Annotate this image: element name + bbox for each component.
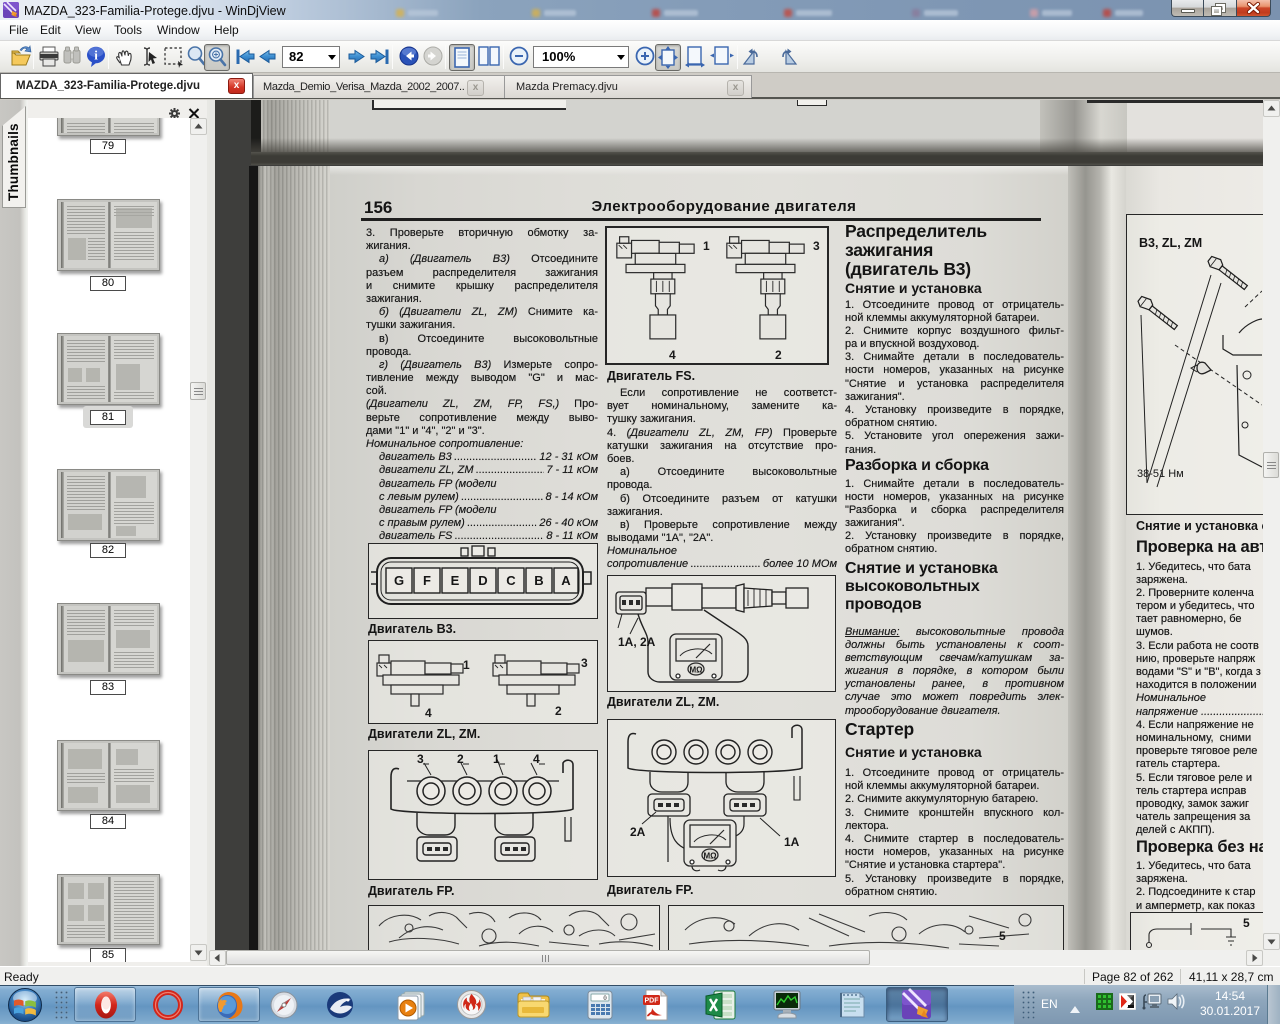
svg-text:4: 4 xyxy=(533,752,540,766)
svg-text:i: i xyxy=(94,48,98,63)
svg-text:3: 3 xyxy=(813,239,820,253)
svg-text:2: 2 xyxy=(555,704,562,718)
svg-text:B3, ZL, ZM: B3, ZL, ZM xyxy=(1139,236,1202,250)
svg-text:0: 0 xyxy=(603,995,607,1002)
svg-text:2A: 2A xyxy=(630,825,646,839)
svg-text:F: F xyxy=(423,573,431,588)
svg-text:1: 1 xyxy=(493,752,500,766)
svg-text:E: E xyxy=(451,573,460,588)
svg-text:1A, 2A: 1A, 2A xyxy=(618,635,656,649)
svg-text:1: 1 xyxy=(703,239,710,253)
svg-text:B: B xyxy=(534,573,543,588)
svg-text:D: D xyxy=(478,573,487,588)
svg-text:38-51 Нм: 38-51 Нм xyxy=(1137,468,1184,480)
svg-text:1A: 1A xyxy=(784,835,800,849)
svg-text:4: 4 xyxy=(669,348,676,361)
svg-text:4: 4 xyxy=(425,706,432,720)
svg-text:1: 1 xyxy=(463,658,470,672)
svg-text:3: 3 xyxy=(417,752,424,766)
svg-text:2: 2 xyxy=(775,348,782,361)
svg-text:C: C xyxy=(506,573,516,588)
svg-text:G: G xyxy=(394,573,404,588)
svg-text:PDF: PDF xyxy=(645,998,660,1005)
svg-text:5: 5 xyxy=(999,929,1006,943)
svg-text:2: 2 xyxy=(457,752,464,766)
svg-text:A: A xyxy=(561,573,571,588)
svg-text:3: 3 xyxy=(581,656,588,670)
svg-text:5: 5 xyxy=(1243,916,1250,930)
